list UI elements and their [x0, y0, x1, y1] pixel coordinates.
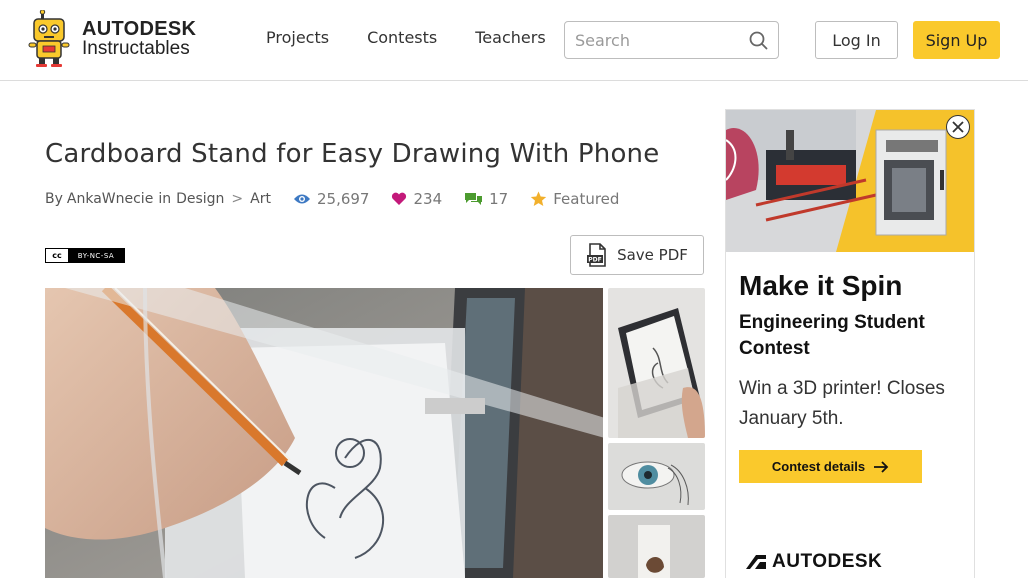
- by-label: By: [45, 191, 63, 207]
- views-count: 25,697: [316, 190, 370, 208]
- views-stat: 25,697: [293, 190, 370, 208]
- ad-subheadline: Engineering Student Contest: [739, 312, 925, 359]
- favorites-count: 234: [413, 190, 443, 208]
- nav-teachers[interactable]: Teachers: [475, 28, 545, 47]
- autodesk-mark-icon: [746, 555, 766, 569]
- article-meta: By AnkaWnecie in Design > Art 25,697 234…: [45, 190, 619, 208]
- contest-details-button[interactable]: Contest details: [739, 450, 922, 483]
- arrow-right-icon: [874, 460, 889, 473]
- comments-count: 17: [489, 190, 509, 208]
- save-pdf-label: Save PDF: [617, 246, 688, 264]
- cc-icon: cc: [46, 249, 68, 262]
- advertisement[interactable]: Make it Spin Engineering Student Contest…: [725, 109, 975, 578]
- search-input[interactable]: [575, 30, 745, 50]
- login-button[interactable]: Log In: [815, 21, 898, 59]
- ad-body: Win a 3D printer! Closes January 5th.: [739, 378, 945, 429]
- robot-logo-icon: [26, 9, 74, 68]
- pdf-file-icon: PDF: [587, 243, 606, 267]
- autodesk-logo: AUTODESK: [746, 551, 882, 573]
- nav-contests[interactable]: Contests: [367, 28, 437, 47]
- comments-stat: 17: [464, 190, 508, 208]
- comments-icon: [465, 192, 483, 205]
- brand-line-instructables: Instructables: [82, 38, 190, 59]
- featured-label: Featured: [553, 190, 620, 208]
- ad-headline: Make it Spin: [739, 270, 903, 301]
- favorites-stat: 234: [391, 190, 442, 208]
- logo[interactable]: AUTODESK Instructables: [26, 9, 197, 68]
- ad-brand: AUTODESK: [772, 551, 883, 572]
- in-label: in: [158, 191, 172, 207]
- brand-line-autodesk: AUTODESK: [82, 18, 197, 40]
- close-icon[interactable]: [946, 115, 970, 139]
- category-link[interactable]: Design: [176, 191, 224, 207]
- signup-button[interactable]: Sign Up: [913, 21, 1000, 59]
- heart-icon: [392, 192, 407, 205]
- thumbnail-1[interactable]: [608, 288, 705, 438]
- svg-text:PDF: PDF: [588, 257, 601, 264]
- brand-wordmark: AUTODESK Instructables: [82, 18, 197, 59]
- main-nav: Projects Contests Teachers: [266, 28, 584, 47]
- nav-projects[interactable]: Projects: [266, 28, 329, 47]
- author-link[interactable]: AnkaWnecie: [67, 191, 153, 207]
- search-icon[interactable]: [749, 31, 768, 54]
- ad-image: [726, 110, 974, 252]
- breadcrumb-separator: >: [231, 191, 244, 207]
- featured-badge: Featured: [530, 190, 619, 208]
- star-icon: [531, 191, 547, 206]
- site-header: AUTODESK Instructables Projects Contests…: [0, 0, 1028, 81]
- license-badge[interactable]: cc BY-NC-SA: [45, 248, 125, 263]
- page-title: Cardboard Stand for Easy Drawing With Ph…: [45, 139, 660, 169]
- thumbnail-3[interactable]: [608, 515, 705, 578]
- save-pdf-button[interactable]: PDF Save PDF: [570, 235, 704, 275]
- eye-icon: [293, 194, 310, 204]
- thumbnail-2[interactable]: [608, 443, 705, 510]
- contest-details-label: Contest details: [771, 459, 866, 474]
- search-box: [564, 21, 779, 59]
- main-project-image[interactable]: [45, 288, 603, 578]
- subcategory-link[interactable]: Art: [250, 191, 271, 207]
- license-text: BY-NC-SA: [77, 251, 115, 260]
